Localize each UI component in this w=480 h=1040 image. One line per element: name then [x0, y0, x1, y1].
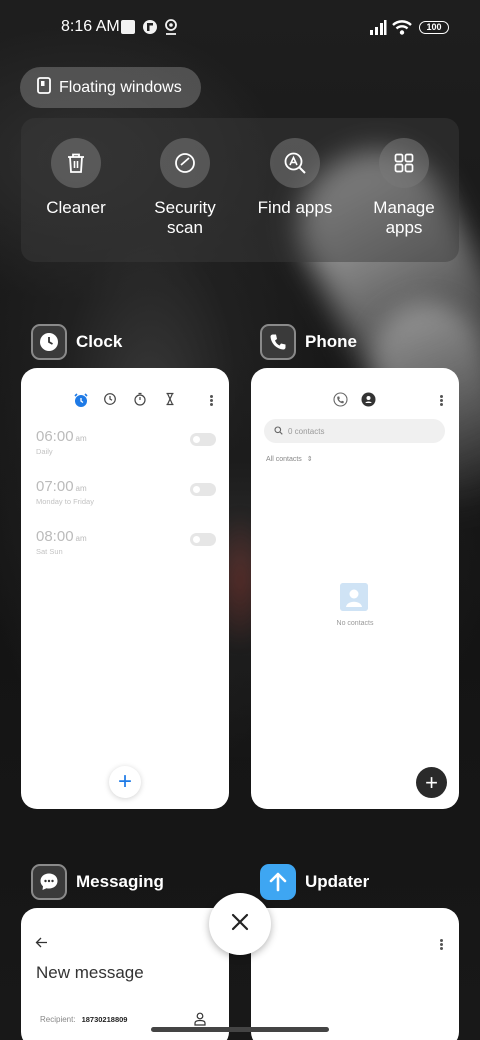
phone-tabs	[251, 392, 459, 408]
location-notification-icon	[163, 18, 179, 36]
contacts-tab-icon[interactable]	[361, 392, 376, 412]
home-indicator[interactable]	[151, 1027, 329, 1032]
search-icon	[274, 422, 283, 440]
chevron-updown-icon: ⇕	[306, 456, 313, 463]
trash-icon	[51, 138, 101, 188]
notification-square-icon	[121, 20, 135, 34]
stopwatch-tab-icon[interactable]	[133, 392, 147, 411]
alarm-toggle[interactable]	[190, 433, 216, 446]
clock-app-card[interactable]: 06:00 am Daily 07:00 am Monday to Friday 0…	[21, 368, 229, 809]
floating-window-icon	[37, 76, 51, 99]
manage-apps-label: Manage apps	[373, 198, 435, 237]
alarm-ampm: am	[75, 434, 87, 443]
find-apps-button[interactable]: Find apps	[245, 138, 345, 218]
messaging-app-header[interactable]: Messaging	[31, 864, 164, 900]
back-arrow-icon[interactable]	[35, 936, 48, 954]
clock-more-options-icon[interactable]	[210, 395, 213, 407]
recents-tab-icon[interactable]	[333, 392, 348, 412]
quick-actions-panel: Cleaner Security scan Find apps Manage a…	[21, 118, 459, 262]
grid-icon	[379, 138, 429, 188]
alarm-toggle[interactable]	[190, 483, 216, 496]
close-all-button[interactable]	[209, 893, 271, 955]
security-scan-button[interactable]: Security scan	[135, 138, 235, 238]
cleaner-label: Cleaner	[46, 198, 106, 217]
no-contacts-text: No contacts	[336, 620, 374, 627]
cleaner-button[interactable]: Cleaner	[26, 138, 126, 218]
alarm-ampm: am	[75, 484, 87, 493]
add-alarm-button[interactable]: +	[109, 766, 141, 798]
contacts-search-input[interactable]: 0 contacts	[264, 419, 445, 443]
alarm-time: 06:00	[36, 428, 74, 445]
add-contact-button[interactable]: +	[416, 767, 447, 798]
clock-app-header[interactable]: Clock	[31, 324, 122, 360]
signal-icon	[369, 18, 387, 36]
find-apps-icon	[270, 138, 320, 188]
updater-app-name: Updater	[305, 872, 370, 891]
manage-apps-button[interactable]: Manage apps	[354, 138, 454, 238]
clock-tabs	[21, 392, 229, 408]
find-apps-label: Find apps	[257, 198, 333, 217]
updater-app-header[interactable]: Updater	[260, 864, 369, 900]
alarm-item[interactable]: 06:00 am Daily	[36, 428, 216, 460]
updater-more-options-icon[interactable]	[440, 939, 443, 951]
phone-app-name: Phone	[305, 332, 357, 351]
floating-windows-button[interactable]: Floating windows	[20, 67, 201, 108]
phone-more-options-icon[interactable]	[440, 395, 443, 407]
alarm-ampm: am	[75, 534, 87, 543]
security-check-icon	[160, 138, 210, 188]
alarm-days: Daily	[36, 447, 53, 456]
messaging-app-icon	[31, 864, 67, 900]
timer-tab-icon[interactable]	[163, 392, 177, 411]
clock-app-name: Clock	[76, 332, 123, 351]
contacts-filter-label: All contacts	[266, 456, 302, 463]
messaging-app-name: Messaging	[76, 872, 164, 891]
status-bar: 8:16 AM 100	[0, 0, 480, 56]
floating-windows-label: Floating windows	[59, 78, 182, 96]
alarm-toggle[interactable]	[190, 533, 216, 546]
alarm-item[interactable]: 07:00 am Monday to Friday	[36, 478, 216, 510]
empty-contacts-icon	[340, 583, 368, 611]
alarm-days: Sat Sun	[36, 547, 63, 556]
clock-app-icon	[31, 324, 67, 360]
alarm-time: 07:00	[36, 478, 74, 495]
contacts-filter-dropdown[interactable]: All contacts ⇕	[266, 455, 313, 463]
phone-app-icon	[260, 324, 296, 360]
phone-app-card[interactable]: 0 contacts All contacts ⇕ No contacts +	[251, 368, 459, 809]
new-message-title: New message	[36, 963, 144, 982]
alarm-tab-icon[interactable]	[73, 392, 89, 413]
alarm-item[interactable]: 08:00 am Sat Sun	[36, 528, 216, 560]
alarm-time: 08:00	[36, 528, 74, 545]
wifi-icon	[392, 18, 412, 36]
world-clock-tab-icon[interactable]	[103, 392, 117, 411]
contacts-search-placeholder: 0 contacts	[288, 426, 325, 436]
updater-app-icon	[260, 864, 296, 900]
app-notification-icon	[142, 18, 158, 36]
close-icon	[230, 912, 250, 937]
updater-app-card[interactable]	[251, 908, 459, 1040]
status-time: 8:16 AM	[61, 18, 120, 35]
recipient-field[interactable]: Recipient: 18730218809	[40, 1015, 127, 1024]
phone-app-header[interactable]: Phone	[260, 324, 357, 360]
messaging-app-card[interactable]: New message Recipient: 18730218809	[21, 908, 229, 1040]
recipient-label: Recipient:	[40, 1015, 76, 1024]
recipient-value: 18730218809	[81, 1015, 128, 1024]
alarm-days: Monday to Friday	[36, 497, 94, 506]
battery-indicator: 100	[419, 21, 449, 34]
security-scan-label: Security scan	[154, 198, 216, 237]
